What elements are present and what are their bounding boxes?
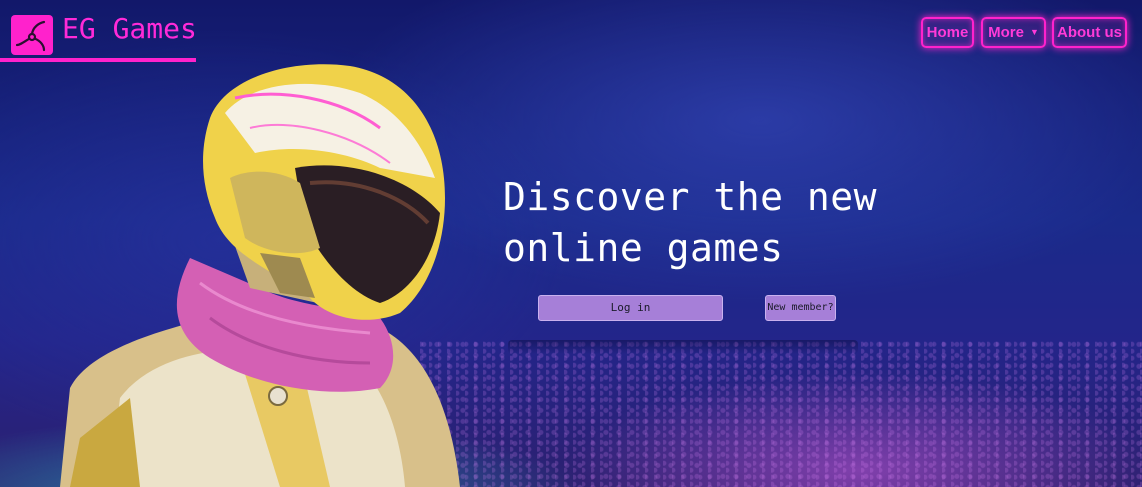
hero-title-line-2: online games bbox=[503, 226, 784, 270]
login-button[interactable]: Log in bbox=[538, 295, 723, 321]
hero-title: Discover the new online games bbox=[503, 172, 923, 274]
nav-home-button[interactable]: Home bbox=[921, 17, 974, 48]
hero-title-line-1: Discover the new bbox=[503, 175, 878, 219]
nav-more-label: More bbox=[988, 24, 1024, 41]
propeller-logo-icon bbox=[11, 15, 53, 55]
hero-character-illustration bbox=[50, 58, 470, 487]
nav-about-button[interactable]: About us bbox=[1052, 17, 1127, 48]
brand-header[interactable]: EG Games bbox=[0, 10, 197, 62]
brand-name: EG Games bbox=[62, 12, 197, 45]
hero-shadow-bar bbox=[508, 340, 858, 354]
caret-down-icon: ▼ bbox=[1029, 27, 1039, 37]
background-glitter bbox=[420, 340, 1142, 487]
nav-more-dropdown[interactable]: More ▼ bbox=[981, 17, 1046, 48]
new-member-button[interactable]: New member? bbox=[765, 295, 836, 321]
